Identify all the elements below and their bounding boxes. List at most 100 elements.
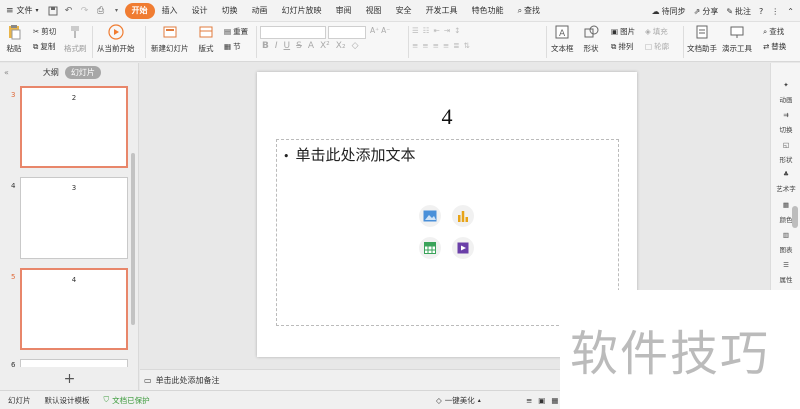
- doc-assistant-button[interactable]: 文档助手: [687, 24, 717, 54]
- picture-button[interactable]: ▣ 图片: [611, 26, 635, 37]
- clear-format-icon[interactable]: ◇: [352, 41, 359, 51]
- tab-security[interactable]: 安全: [389, 3, 419, 19]
- line-spacing-icon[interactable]: ↕: [454, 26, 460, 35]
- insert-table-icon[interactable]: [419, 237, 441, 259]
- insert-chart-icon[interactable]: [452, 205, 474, 227]
- doc-protected-status[interactable]: ⛉ 文档已保护: [104, 395, 150, 406]
- superscript-button[interactable]: X²: [320, 41, 330, 51]
- print-icon[interactable]: ⎙: [95, 5, 107, 17]
- outline-label: 轮廓: [654, 42, 670, 51]
- tab-design[interactable]: 设计: [185, 3, 215, 19]
- new-slide-button[interactable]: 新建幻灯片: [151, 24, 189, 54]
- tab-insert[interactable]: 插入: [155, 3, 185, 19]
- numbered-list-icon[interactable]: ☷: [423, 26, 430, 35]
- slide-thumbnail[interactable]: 4: [20, 268, 128, 350]
- paste-button[interactable]: 粘贴: [6, 24, 22, 54]
- arrange-button[interactable]: ⧉ 排列: [611, 41, 633, 52]
- align-right-icon[interactable]: ≡: [433, 41, 439, 50]
- section-button[interactable]: ▦ 节: [224, 41, 241, 52]
- italic-button[interactable]: I: [275, 41, 278, 51]
- textbox-button[interactable]: A 文本框: [551, 24, 574, 54]
- beautify-button[interactable]: ◇ 一键美化 ▴: [436, 395, 481, 406]
- sidebar-item-shape[interactable]: ◱ 形状: [771, 141, 800, 164]
- sidebar-item-chart[interactable]: ▥ 图表: [771, 231, 800, 254]
- collapse-panel-icon[interactable]: «: [4, 68, 9, 77]
- cut-label: 剪切: [41, 27, 57, 36]
- tab-home[interactable]: 开始: [124, 2, 155, 19]
- font-color-icon[interactable]: A: [308, 41, 314, 51]
- sync-button[interactable]: ☁ 待同步: [652, 6, 686, 17]
- save-icon[interactable]: [47, 5, 59, 17]
- copy-button[interactable]: ⧉ 复制: [33, 41, 55, 52]
- slide-thumbnail[interactable]: 3: [20, 177, 128, 259]
- tab-slideshow[interactable]: 幻灯片放映: [275, 3, 329, 19]
- layout-button[interactable]: 版式: [198, 24, 214, 54]
- share-icon: ⇗: [693, 6, 701, 16]
- sidebar-label: 图表: [779, 246, 793, 254]
- sorter-view-icon[interactable]: ▦: [551, 396, 558, 405]
- file-menu[interactable]: ≡ 文件 ▾: [0, 0, 45, 22]
- tab-transition[interactable]: 切换: [215, 3, 245, 19]
- reset-button[interactable]: ▤ 重置: [224, 26, 248, 37]
- design-template[interactable]: 默认设计模板: [45, 395, 90, 406]
- indent-increase-icon[interactable]: ⇥: [444, 26, 450, 35]
- distribute-icon[interactable]: ≣: [453, 41, 459, 50]
- font-family-select[interactable]: [260, 26, 326, 39]
- fill-button[interactable]: ◈ 填充: [645, 26, 668, 37]
- shape-button[interactable]: 形状: [583, 24, 599, 54]
- panel-scrollbar[interactable]: [131, 153, 135, 325]
- sync-label: 待同步: [661, 6, 686, 16]
- add-slide-button[interactable]: +: [0, 368, 139, 390]
- slide-thumbnail[interactable]: [20, 359, 128, 367]
- start-from-current-button[interactable]: 从当前开始: [97, 24, 135, 54]
- tab-review[interactable]: 审阅: [329, 3, 359, 19]
- share-button[interactable]: ⇗ 分享: [694, 6, 719, 17]
- bold-button[interactable]: B: [262, 41, 269, 51]
- collapse-ribbon-icon[interactable]: ⌃: [787, 7, 794, 16]
- find-button[interactable]: ⌕ 查找: [763, 26, 784, 37]
- tab-view[interactable]: 视图: [359, 3, 389, 19]
- format-painter-button[interactable]: 格式刷: [64, 24, 87, 54]
- find-label: 查找: [769, 27, 785, 36]
- outline-button[interactable]: □ 轮廓: [645, 41, 669, 52]
- indent-decrease-icon[interactable]: ⇤: [433, 26, 439, 35]
- more-icon[interactable]: ⋮: [771, 7, 779, 16]
- arrange-label: 排列: [618, 42, 634, 51]
- presenter-tools-button[interactable]: 演示工具: [722, 24, 752, 54]
- cut-button[interactable]: ✂ 剪切: [33, 26, 56, 37]
- increase-font-icon[interactable]: A⁺: [370, 26, 379, 35]
- align-center-icon[interactable]: ≡: [422, 41, 428, 50]
- normal-view-icon[interactable]: ▣: [538, 396, 545, 405]
- justify-icon[interactable]: ≡: [443, 41, 449, 50]
- decrease-font-icon[interactable]: A⁻: [381, 26, 390, 35]
- search-button[interactable]: ⌕ 查找: [511, 3, 547, 19]
- sidebar-item-transition[interactable]: ⇉ 切换: [771, 111, 800, 134]
- undo-icon[interactable]: ↶: [63, 5, 75, 17]
- slide-title[interactable]: 4: [257, 104, 637, 130]
- tab-slides[interactable]: 幻灯片: [64, 65, 101, 79]
- insert-video-icon[interactable]: [452, 237, 474, 259]
- tab-animation[interactable]: 动画: [245, 3, 275, 19]
- notes-view-icon[interactable]: ≡: [526, 396, 532, 405]
- redo-icon[interactable]: ↷: [79, 5, 91, 17]
- sidebar-item-properties[interactable]: ☰ 属性: [771, 261, 800, 284]
- help-icon[interactable]: ?: [759, 7, 763, 16]
- underline-button[interactable]: U: [284, 41, 291, 51]
- bullet-list-icon[interactable]: ☰: [412, 26, 419, 35]
- subscript-button[interactable]: X₂: [336, 41, 346, 51]
- strikethrough-button[interactable]: S: [296, 41, 302, 51]
- sidebar-scrollbar[interactable]: [792, 206, 798, 228]
- text-direction-icon[interactable]: ⇅: [463, 41, 469, 50]
- customize-icon[interactable]: ▾: [111, 5, 123, 17]
- comment-button[interactable]: ✎ 批注: [726, 6, 751, 17]
- slide-thumbnail[interactable]: 2: [20, 86, 128, 168]
- tab-special[interactable]: 特色功能: [465, 3, 511, 19]
- tab-outline[interactable]: 大纲: [37, 66, 65, 79]
- insert-picture-icon[interactable]: [419, 205, 441, 227]
- sidebar-item-wordart[interactable]: ♣ 艺术字: [771, 170, 800, 193]
- align-left-icon[interactable]: ≡: [412, 41, 418, 50]
- font-size-select[interactable]: [328, 26, 366, 39]
- replace-button[interactable]: ⇄ 替换: [763, 41, 786, 52]
- tab-developer[interactable]: 开发工具: [419, 3, 465, 19]
- sidebar-item-animation[interactable]: ✦ 动画: [771, 81, 800, 104]
